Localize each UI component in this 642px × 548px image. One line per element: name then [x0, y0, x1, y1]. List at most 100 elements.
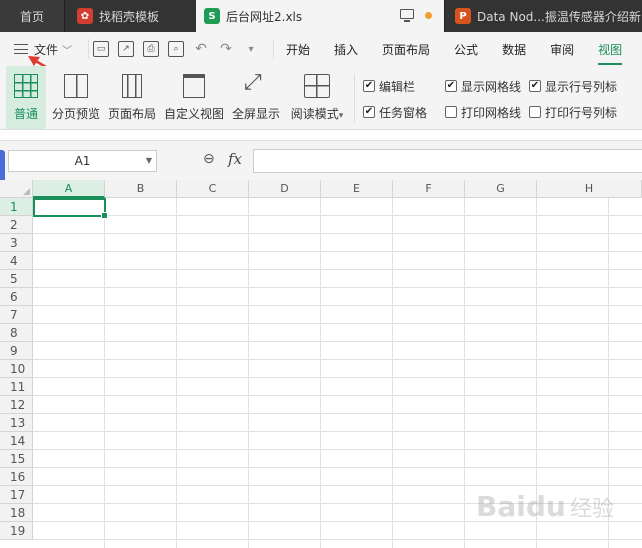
page-layout-button[interactable]: 页面布局	[104, 66, 160, 129]
row-header[interactable]: 3	[0, 234, 33, 252]
menu-bar: 文件 ﹀ ▭ ↗ ⎙ ⌕ ↶ ↷ ▾ 开始 插入 页面布局 公式 数据 审阅 视图	[0, 32, 642, 66]
select-all-corner[interactable]	[0, 180, 33, 198]
save-icon[interactable]: ▭	[93, 41, 109, 57]
column-header[interactable]: B	[105, 180, 177, 198]
column-header[interactable]: A	[33, 180, 105, 198]
export-pdf-icon[interactable]: ↗	[118, 41, 134, 57]
chevron-down-icon[interactable]: ▼	[146, 156, 152, 165]
checkbox-empty-icon[interactable]	[445, 106, 457, 118]
view-option-checkbox-5[interactable]: 打印行号列标	[529, 99, 619, 125]
tab-home-label: 首页	[19, 9, 44, 24]
row-header[interactable]: 4	[0, 252, 33, 270]
page-break-preview-label: 分页预览	[51, 107, 100, 121]
view-option-label: 显示行号列标	[545, 79, 618, 94]
ribbon-tab-0[interactable]: 开始	[274, 41, 322, 58]
column-header[interactable]: D	[249, 180, 321, 198]
column-header[interactable]: H	[537, 180, 642, 198]
print-preview-icon[interactable]: ⌕	[168, 41, 184, 57]
docer-logo-icon: ✿	[77, 8, 93, 24]
wps-spreadsheet-icon: S	[204, 8, 220, 24]
row-header[interactable]: 11	[0, 378, 33, 396]
monitor-icon[interactable]	[400, 9, 414, 22]
tab-home[interactable]: 首页	[0, 0, 64, 32]
tab-active-file[interactable]: S 后台网址2.xls	[196, 0, 444, 32]
checkmark-icon[interactable]: ✔	[529, 80, 541, 92]
view-option-checkbox-1[interactable]: ✔ 显示网格线	[445, 73, 529, 99]
ribbon-tabs: 开始 插入 页面布局 公式 数据 审阅 视图	[273, 39, 634, 65]
svg-text:Baidu: Baidu	[476, 490, 566, 523]
row-header[interactable]: 13	[0, 414, 33, 432]
formula-input[interactable]	[253, 149, 642, 173]
row-header[interactable]: 8	[0, 324, 33, 342]
row-header[interactable]: 1	[0, 198, 33, 216]
ribbon-tab-6[interactable]: 视图	[586, 41, 634, 65]
redo-icon[interactable]: ↷	[218, 41, 234, 57]
view-option-label: 显示网格线	[461, 79, 522, 94]
row-header[interactable]: 14	[0, 432, 33, 450]
zoom-icon[interactable]: ⊖	[203, 151, 215, 167]
page-layout-label: 页面布局	[107, 107, 156, 121]
reading-mode-label: 阅读模式▾	[291, 105, 344, 122]
tab-active-file-label: 后台网址2.xls	[226, 9, 303, 24]
view-options-checkboxes: ✔ 编辑栏 ✔ 显示网格线 ✔ 显示行号列标 ✔ 任务窗格 打印网格线 打印行号列标	[363, 66, 619, 129]
row-header[interactable]: 16	[0, 468, 33, 486]
ribbon-tab-4[interactable]: 数据	[490, 41, 538, 58]
view-option-label: 编辑栏	[379, 79, 416, 94]
full-screen-button[interactable]: 全屏显示	[228, 66, 284, 129]
view-option-checkbox-2[interactable]: ✔ 显示行号列标	[529, 73, 619, 99]
checkmark-icon[interactable]: ✔	[363, 80, 375, 92]
ribbon-tab-2[interactable]: 页面布局	[370, 41, 442, 58]
name-box[interactable]: A1 ▼	[8, 150, 157, 172]
checkbox-empty-icon[interactable]	[529, 106, 541, 118]
row-header[interactable]: 5	[0, 270, 33, 288]
view-option-checkbox-0[interactable]: ✔ 编辑栏	[363, 73, 445, 99]
column-header[interactable]: F	[393, 180, 465, 198]
page-break-preview-button[interactable]: 分页预览	[48, 66, 104, 129]
svg-text:经验: 经验	[570, 497, 614, 522]
row-header[interactable]: 2	[0, 216, 33, 234]
ribbon-tab-5[interactable]: 审阅	[538, 41, 586, 58]
checkmark-icon[interactable]: ✔	[363, 106, 375, 118]
row-header[interactable]: 12	[0, 396, 33, 414]
reading-mode-icon	[304, 74, 330, 98]
column-header[interactable]: E	[321, 180, 393, 198]
undo-icon[interactable]: ↶	[193, 41, 209, 57]
page-break-icon	[64, 74, 88, 98]
customize-toolbar-icon[interactable]: ▾	[243, 41, 259, 57]
wps-presentation-icon: P	[455, 8, 471, 24]
full-screen-label: 全屏显示	[231, 107, 280, 121]
reading-mode-button[interactable]: 阅读模式▾	[284, 66, 350, 129]
insert-function-icon[interactable]: fx	[228, 150, 242, 168]
view-option-label: 打印行号列标	[545, 105, 618, 120]
print-icon[interactable]: ⎙	[143, 41, 159, 57]
ribbon-tab-3[interactable]: 公式	[442, 41, 490, 58]
column-header[interactable]: G	[465, 180, 537, 198]
row-header[interactable]: 7	[0, 306, 33, 324]
view-option-checkbox-3[interactable]: ✔ 任务窗格	[363, 99, 445, 125]
row-header[interactable]: 17	[0, 486, 33, 504]
custom-view-button[interactable]: 自定义视图	[160, 66, 228, 129]
row-header[interactable]: 19	[0, 522, 33, 540]
grid-view-icon	[14, 74, 38, 98]
row-header[interactable]: 18	[0, 504, 33, 522]
custom-view-icon	[183, 74, 205, 98]
row-header[interactable]: 15	[0, 450, 33, 468]
quick-access-toolbar: ▭ ↗ ⎙ ⌕ ↶ ↷ ▾	[88, 39, 259, 59]
row-header[interactable]: 10	[0, 360, 33, 378]
tab-other-document[interactable]: P Data Nod...振温传感器介绍新	[444, 0, 642, 32]
view-option-label: 任务窗格	[379, 105, 428, 120]
row-header[interactable]: 6	[0, 288, 33, 306]
toolbar-divider	[354, 74, 355, 122]
column-header[interactable]: C	[177, 180, 249, 198]
normal-view-button[interactable]: 普通	[6, 66, 46, 129]
view-option-checkbox-4[interactable]: 打印网格线	[445, 99, 529, 125]
active-cell[interactable]	[33, 198, 108, 219]
ribbon-tab-1[interactable]: 插入	[322, 41, 370, 58]
tab-docer-templates[interactable]: ✿ 找稻壳模板	[64, 0, 196, 32]
checkmark-icon[interactable]: ✔	[445, 80, 457, 92]
view-ribbon-toolbar: 普通 分页预览 页面布局 自定义视图 全屏显示 阅读模式▾ ✔ 编辑栏 ✔ 显示网格线…	[0, 66, 642, 130]
row-header[interactable]: 9	[0, 342, 33, 360]
unsaved-indicator-icon	[425, 12, 432, 19]
tab-other-document-label: Data Nod...振温传感器介绍新	[477, 9, 641, 24]
window-tab-bar: 首页 ✿ 找稻壳模板 S 后台网址2.xls P Data Nod...振温传感…	[0, 0, 642, 32]
